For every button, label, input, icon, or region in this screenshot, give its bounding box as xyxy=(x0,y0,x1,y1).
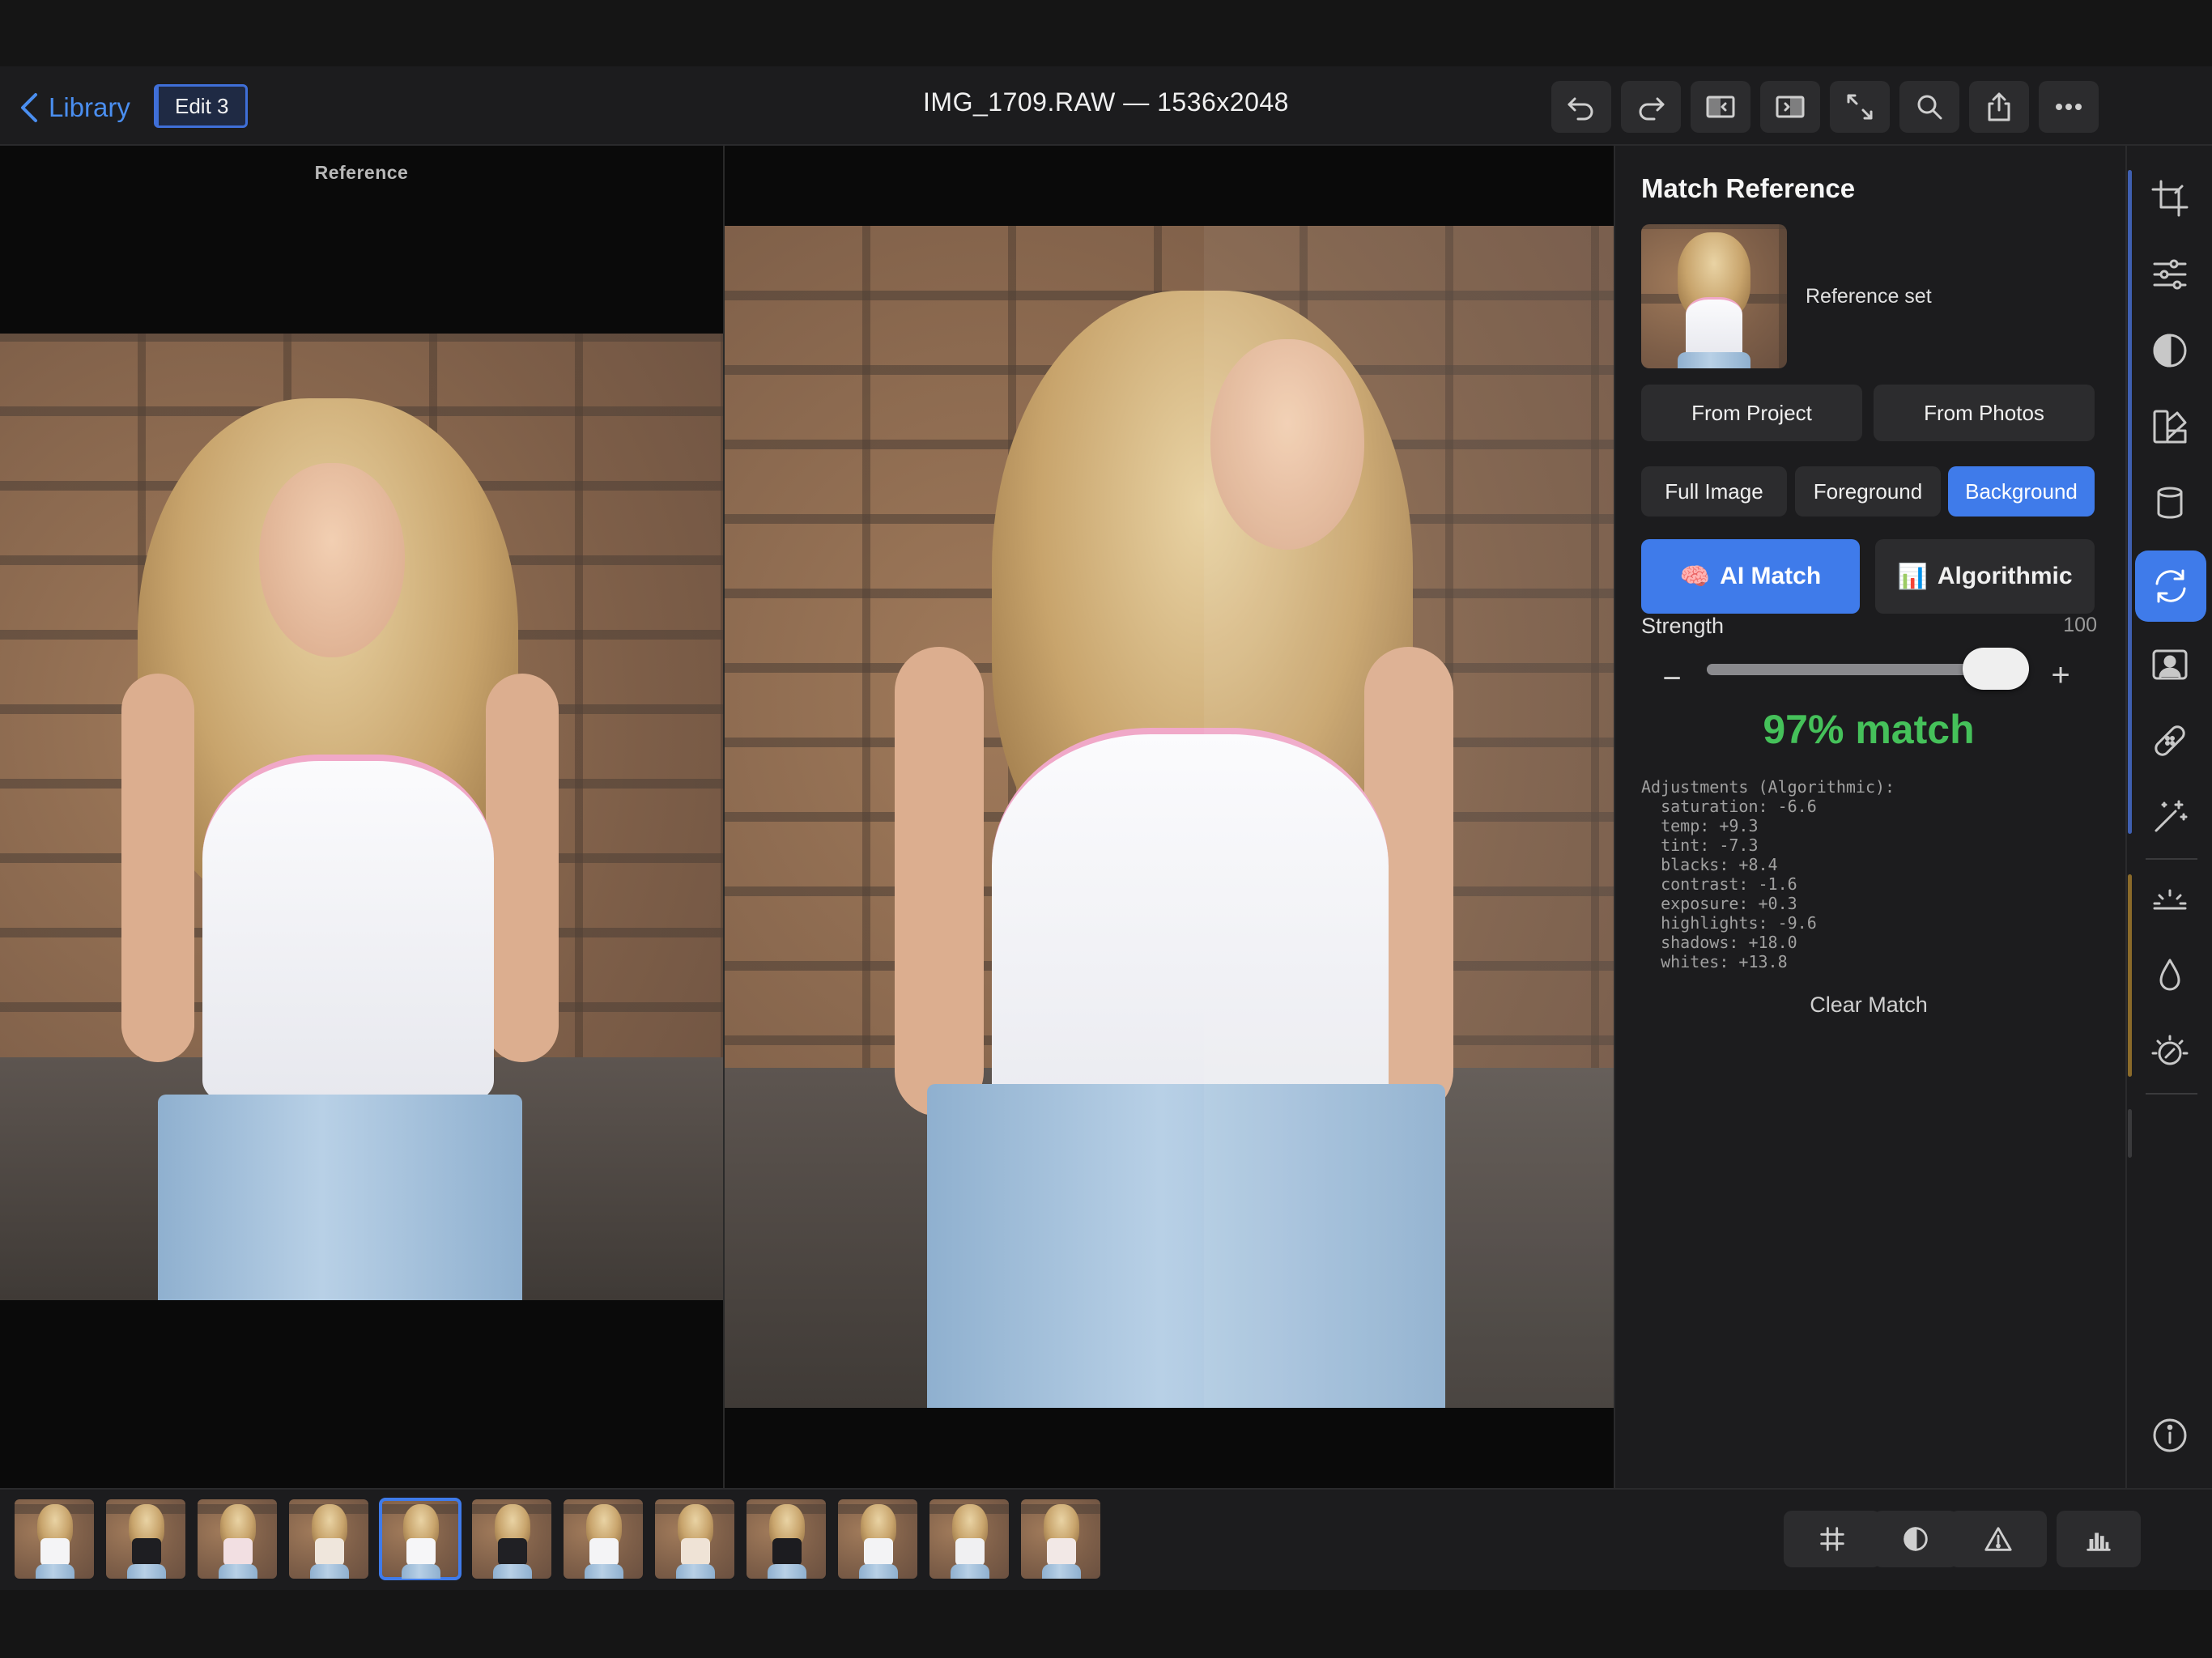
info-icon xyxy=(2153,1418,2187,1452)
detail-tool[interactable] xyxy=(2142,1023,2198,1080)
expand-button[interactable] xyxy=(1830,81,1890,133)
region-background[interactable]: Background xyxy=(1948,466,2095,517)
adjustments-readout: Adjustments (Algorithmic): saturation: -… xyxy=(1641,777,1895,971)
light-icon xyxy=(2153,889,2187,910)
compare-left-icon xyxy=(1706,96,1735,118)
compare-right-icon xyxy=(1776,96,1805,118)
magic-wand-icon xyxy=(2155,800,2188,832)
filmstrip-thumb[interactable] xyxy=(1021,1499,1100,1579)
filmstrip-thumb[interactable] xyxy=(198,1499,277,1579)
strength-label: Strength xyxy=(1641,614,1725,638)
grid-icon xyxy=(1820,1527,1844,1551)
tone-tool[interactable] xyxy=(2142,322,2198,379)
match-score: 97% match xyxy=(1763,707,1975,752)
color-tool[interactable] xyxy=(2142,947,2198,1004)
light-tool[interactable] xyxy=(2142,871,2198,928)
rail-group-indicator xyxy=(2128,170,2132,834)
rail-group-indicator xyxy=(2128,1109,2132,1158)
ai-match-label: AI Match xyxy=(1720,563,1822,589)
color-mix-tool[interactable] xyxy=(2142,398,2198,455)
strength-value: 100 xyxy=(2063,614,2097,636)
auto-enhance-tool[interactable] xyxy=(2142,789,2198,845)
algorithmic-button[interactable]: 📊 Algorithmic xyxy=(1875,539,2095,614)
reference-set-label: Reference set xyxy=(1806,285,1932,308)
contrast-button[interactable] xyxy=(1874,1511,1958,1567)
compare-right-button[interactable] xyxy=(1760,81,1820,133)
expand-icon xyxy=(1847,94,1873,120)
contrast-icon xyxy=(1904,1527,1928,1551)
ai-match-button[interactable]: 🧠 AI Match xyxy=(1641,539,1860,614)
clipping-warning-button[interactable] xyxy=(1950,1511,2047,1567)
region-foreground[interactable]: Foreground xyxy=(1795,466,1941,517)
more-icon xyxy=(2056,104,2082,110)
filmstrip-thumb[interactable] xyxy=(929,1499,1009,1579)
drop-icon xyxy=(2159,959,2180,991)
info-button[interactable] xyxy=(2142,1407,2198,1464)
reference-label: Reference xyxy=(314,162,409,183)
reference-image[interactable] xyxy=(0,334,723,1300)
match-sync-icon xyxy=(2155,569,2186,603)
portrait-icon xyxy=(2152,649,2188,680)
rail-separator xyxy=(2146,1093,2197,1095)
layers-tool[interactable] xyxy=(2142,474,2198,531)
chart-icon: 📊 xyxy=(1897,563,1928,590)
cylinder-icon xyxy=(2157,487,2183,519)
filmstrip-thumb[interactable] xyxy=(106,1499,185,1579)
from-project-button[interactable]: From Project xyxy=(1641,385,1862,441)
heal-tool[interactable] xyxy=(2142,712,2198,769)
more-button[interactable] xyxy=(2039,81,2099,133)
filmstrip-thumb[interactable] xyxy=(747,1499,826,1579)
compare-left-button[interactable] xyxy=(1691,81,1750,133)
warning-icon xyxy=(1984,1527,2012,1551)
filmstrip-thumb[interactable] xyxy=(655,1499,734,1579)
crop-icon xyxy=(2151,180,2189,217)
home-indicator-area xyxy=(0,1590,2212,1658)
redo-icon xyxy=(1639,97,1665,121)
strength-decrease-button[interactable]: − xyxy=(1660,661,1684,697)
filmstrip-thumb[interactable] xyxy=(289,1499,368,1579)
redo-button[interactable] xyxy=(1621,81,1681,133)
filmstrip-thumb[interactable] xyxy=(379,1498,462,1580)
portrait-tool[interactable] xyxy=(2142,636,2198,693)
histogram-button[interactable] xyxy=(2057,1511,2141,1567)
filmstrip-thumb[interactable] xyxy=(15,1499,94,1579)
tone-icon xyxy=(2153,334,2187,368)
grid-overlay-button[interactable] xyxy=(1784,1511,1881,1567)
edited-image[interactable] xyxy=(725,226,1614,1408)
filmstrip-thumb[interactable] xyxy=(472,1499,551,1579)
adjust-tool[interactable] xyxy=(2142,246,2198,303)
bandage-icon xyxy=(2155,725,2185,756)
crop-tool[interactable] xyxy=(2142,170,2198,227)
rail-group-indicator xyxy=(2128,874,2132,1077)
histogram-icon xyxy=(2087,1533,2111,1551)
filmstrip-thumb[interactable] xyxy=(564,1499,643,1579)
from-photos-button[interactable]: From Photos xyxy=(1874,385,2095,441)
share-icon xyxy=(1988,92,2010,121)
color-mix-icon xyxy=(2153,410,2187,444)
split-preview-overlay xyxy=(1204,226,1614,1408)
share-button[interactable] xyxy=(1969,81,2029,133)
sliders-icon xyxy=(2153,259,2187,290)
reference-thumbnail[interactable] xyxy=(1641,224,1787,368)
search-icon xyxy=(1917,95,1942,120)
brain-icon: 🧠 xyxy=(1679,563,1711,590)
undo-button[interactable] xyxy=(1551,81,1611,133)
region-full-image[interactable]: Full Image xyxy=(1641,466,1787,517)
rail-separator xyxy=(2146,858,2197,860)
panel-title: Match Reference xyxy=(1641,173,1856,203)
search-button[interactable] xyxy=(1899,81,1959,133)
detail-icon xyxy=(2151,1035,2189,1065)
undo-icon xyxy=(1568,97,1593,121)
strength-slider-knob[interactable] xyxy=(1963,648,2029,690)
match-reference-tool[interactable] xyxy=(2135,551,2206,622)
clear-match-button[interactable]: Clear Match xyxy=(1614,993,2124,1018)
filmstrip-thumb[interactable] xyxy=(838,1499,917,1579)
strength-increase-button[interactable]: + xyxy=(2048,657,2073,694)
algorithmic-label: Algorithmic xyxy=(1937,563,2073,589)
status-bar xyxy=(0,0,2212,66)
